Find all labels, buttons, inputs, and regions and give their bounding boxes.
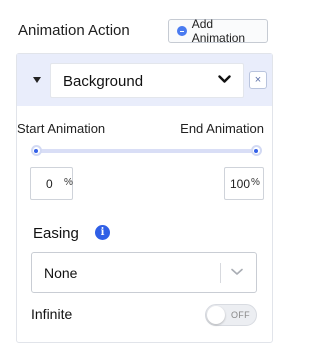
plus-circle-icon	[177, 26, 187, 36]
property-select-value: Background	[63, 73, 144, 90]
toggle-thumb	[207, 306, 225, 324]
infinite-label: Infinite	[31, 306, 73, 322]
remove-animation-button[interactable]: ×	[249, 71, 267, 89]
add-animation-button[interactable]: Add Animation	[168, 17, 268, 45]
start-animation-label: Start Animation	[17, 121, 106, 136]
animation-card: Background × Start Animation End Animati…	[16, 53, 273, 343]
chevron-down-icon	[218, 75, 231, 83]
select-divider	[220, 263, 221, 283]
end-percent-value: 100	[230, 177, 251, 191]
info-icon[interactable]: i	[95, 225, 110, 240]
animation-range-slider[interactable]	[30, 145, 262, 156]
start-percent-value: 0	[46, 177, 53, 191]
animation-card-header: Background ×	[17, 54, 272, 106]
easing-select[interactable]: None	[31, 252, 257, 293]
collapse-caret-icon[interactable]	[33, 77, 41, 83]
close-icon: ×	[254, 74, 262, 86]
range-end-handle[interactable]	[250, 145, 262, 156]
toggle-state-label: OFF	[231, 310, 250, 320]
chevron-down-icon	[231, 268, 243, 275]
easing-label: Easing	[33, 225, 79, 242]
panel-title: Animation Action	[18, 22, 130, 39]
infinite-toggle[interactable]: OFF	[205, 304, 257, 326]
range-start-handle[interactable]	[30, 145, 42, 156]
end-percent-unit: %	[251, 177, 260, 188]
start-percent-unit: %	[64, 177, 73, 188]
add-animation-label: Add Animation	[191, 17, 246, 45]
easing-select-value: None	[44, 265, 78, 281]
end-animation-label: End Animation	[180, 121, 264, 136]
property-select[interactable]: Background	[50, 63, 244, 98]
end-percent-input[interactable]: 100 %	[224, 167, 264, 200]
start-percent-input[interactable]: 0 %	[30, 167, 73, 200]
